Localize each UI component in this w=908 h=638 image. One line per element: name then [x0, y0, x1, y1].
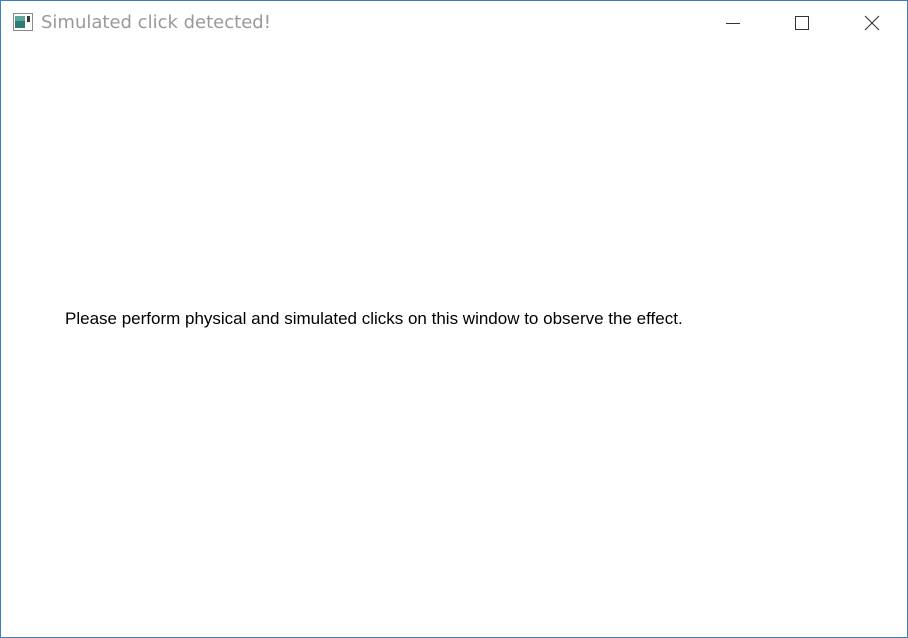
- client-area[interactable]: Please perform physical and simulated cl…: [1, 45, 907, 637]
- maximize-button[interactable]: [767, 1, 837, 45]
- window-title: Simulated click detected!: [41, 12, 271, 33]
- app-window[interactable]: Simulated click detected! Please perform…: [0, 0, 908, 638]
- close-icon: [864, 15, 880, 31]
- close-button[interactable]: [837, 1, 907, 45]
- title-bar[interactable]: Simulated click detected!: [1, 1, 907, 45]
- app-window-icon: [13, 13, 33, 31]
- minimize-icon: [725, 15, 741, 31]
- instruction-text: Please perform physical and simulated cl…: [65, 309, 683, 328]
- minimize-button[interactable]: [698, 1, 768, 45]
- maximize-icon: [794, 15, 810, 31]
